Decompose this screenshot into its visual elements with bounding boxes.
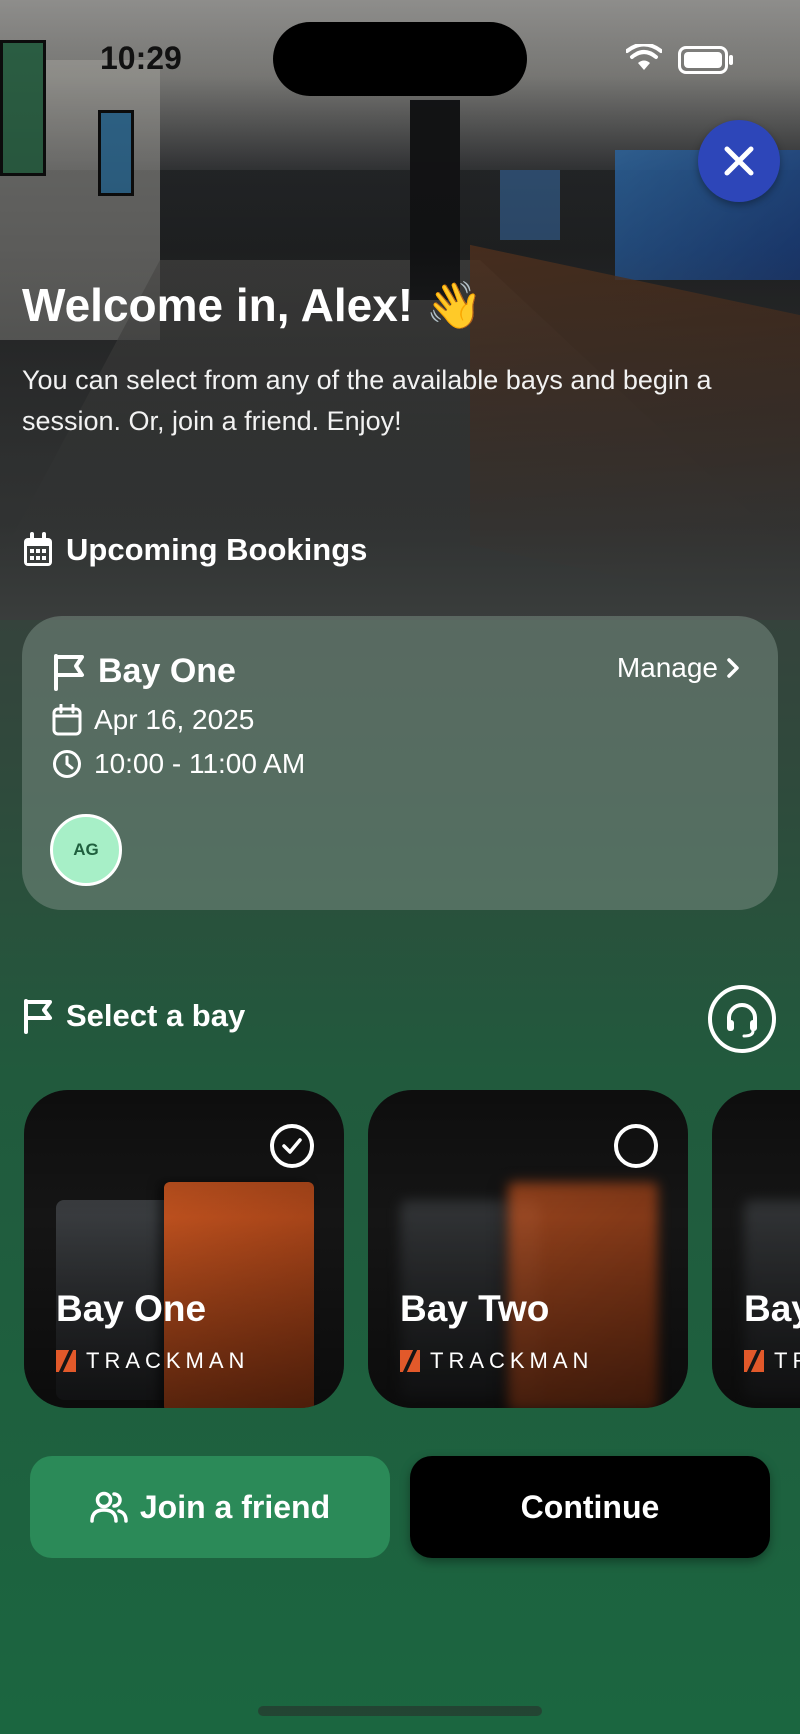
booking-date-row: Apr 16, 2025 xyxy=(52,704,254,736)
chevron-right-icon xyxy=(727,658,739,678)
flag-icon xyxy=(24,999,52,1034)
bay-name: Bay Two xyxy=(400,1288,550,1329)
wifi-icon xyxy=(626,44,662,70)
booking-title: Bay One xyxy=(52,652,236,691)
trackman-brand: TRACKMAN xyxy=(56,1348,249,1374)
manage-label: Manage xyxy=(616,652,718,683)
continue-button[interactable]: Continue xyxy=(410,1456,770,1558)
calendar-outline-icon xyxy=(52,704,82,736)
booking-bay-name: Bay One xyxy=(98,652,236,690)
trackman-logo-icon xyxy=(744,1350,764,1372)
close-button[interactable] xyxy=(698,120,780,202)
bay-card-two[interactable]: Bay Two TRACKMAN xyxy=(368,1090,688,1408)
check-circle-icon xyxy=(270,1124,314,1168)
join-friend-label: Join a friend xyxy=(139,1488,331,1525)
select-bay-heading: Select a bay xyxy=(22,998,245,1034)
bay-selection-screen: 10:29 Welcome in, Alex! 👋 You can select… xyxy=(0,0,800,1734)
upcoming-bookings-heading: Upcoming Bookings xyxy=(22,532,367,568)
welcome-subtitle: You can select from any of the available… xyxy=(22,365,712,436)
trackman-brand: TR xyxy=(744,1348,800,1374)
join-friend-button[interactable]: Join a friend xyxy=(30,1456,390,1558)
bay-carousel[interactable]: Bay One TRACKMAN Bay Two TRACKMAN Bay xyxy=(0,1090,800,1410)
home-indicator[interactable] xyxy=(258,1706,542,1716)
avatar: AG xyxy=(50,814,122,886)
status-time: 10:29 xyxy=(100,40,182,76)
booking-date: Apr 16, 2025 xyxy=(94,704,255,735)
status-bar: 10:29 xyxy=(0,0,800,110)
trackman-brand: TRACKMAN xyxy=(400,1348,593,1374)
select-bay-label: Select a bay xyxy=(66,998,246,1033)
close-icon xyxy=(724,146,754,176)
support-button[interactable] xyxy=(708,985,776,1053)
welcome-title: Welcome in, Alex! 👋 xyxy=(22,279,484,331)
brand-label: TRACKMAN xyxy=(430,1348,594,1373)
headset-icon xyxy=(727,1003,757,1038)
radio-empty-icon xyxy=(614,1124,658,1168)
battery-icon xyxy=(678,46,733,74)
trackman-logo-icon xyxy=(400,1350,420,1372)
bay-card-three[interactable]: Bay TR xyxy=(712,1090,800,1408)
bay-card-one[interactable]: Bay One TRACKMAN xyxy=(24,1090,344,1408)
dynamic-island xyxy=(273,22,527,96)
brand-label: TRACKMAN xyxy=(86,1348,250,1373)
bay-name: Bay One xyxy=(56,1288,207,1329)
trackman-logo-icon xyxy=(56,1350,76,1372)
flag-icon xyxy=(54,653,84,691)
calendar-icon xyxy=(24,532,52,566)
booking-time-row: 10:00 - 11:00 AM xyxy=(52,748,305,780)
booking-card[interactable]: Bay One Manage Apr 16, 2025 10:00 - 11:0… xyxy=(22,616,778,910)
continue-label: Continue xyxy=(520,1488,660,1525)
booking-time: 10:00 - 11:00 AM xyxy=(94,748,306,779)
manage-link[interactable]: Manage xyxy=(617,652,740,684)
clock-icon xyxy=(53,750,81,778)
users-icon xyxy=(90,1491,128,1523)
brand-label: TR xyxy=(774,1348,800,1373)
upcoming-bookings-label: Upcoming Bookings xyxy=(66,532,368,567)
bay-name: Bay xyxy=(744,1288,800,1329)
